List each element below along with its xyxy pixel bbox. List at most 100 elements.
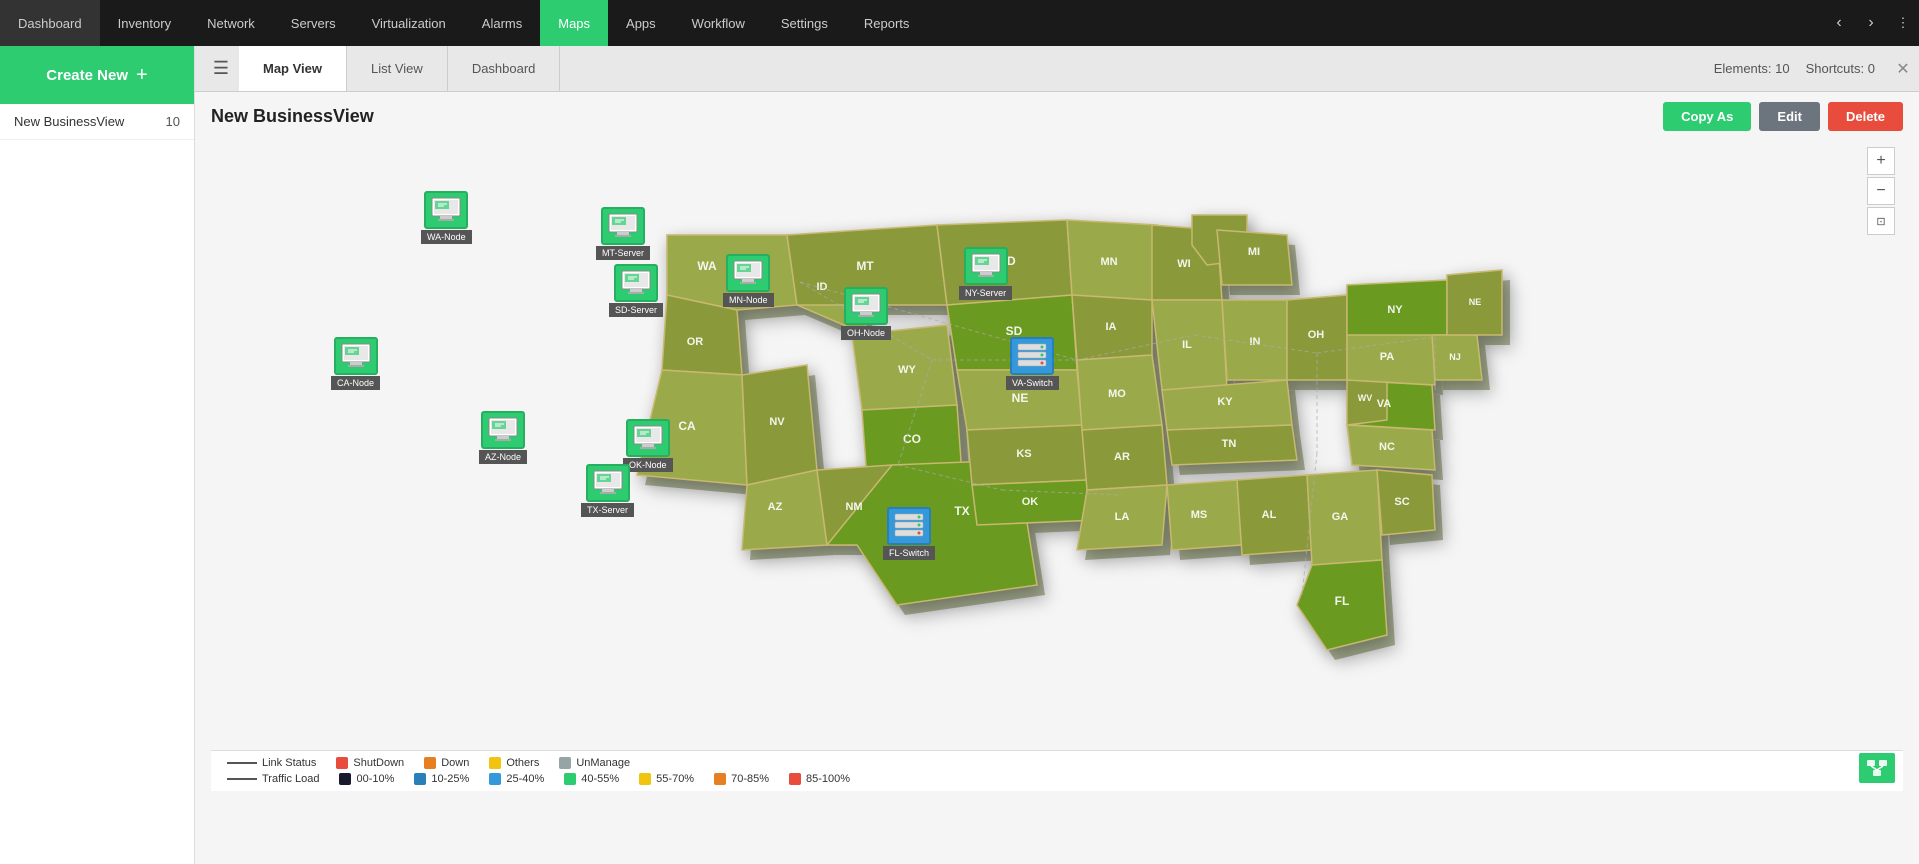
tab-bar: ☰ Map View List View Dashboard Elements:…	[195, 46, 1919, 92]
nav-maps[interactable]: Maps	[540, 0, 608, 46]
legend-t5: 55-70%	[639, 773, 694, 785]
zoom-in-button[interactable]: +	[1867, 147, 1895, 175]
nav-more-options[interactable]: ⋮	[1887, 0, 1919, 46]
tab-list-view[interactable]: List View	[347, 46, 448, 91]
svg-text:AL: AL	[1262, 509, 1277, 521]
legend-shutdown-dot	[336, 757, 348, 769]
legend-others: Others	[489, 757, 539, 769]
svg-text:NE: NE	[1012, 391, 1029, 405]
legend-t4: 40-55%	[564, 773, 619, 785]
device-mt[interactable]: MT-Server	[596, 207, 650, 260]
zoom-controls: + − ⊡	[1867, 147, 1895, 235]
page-title: New BusinessView	[211, 106, 374, 127]
nav-servers[interactable]: Servers	[273, 0, 354, 46]
legend-t2-label: 10-25%	[431, 773, 469, 785]
nav-next-arrow[interactable]: ›	[1855, 0, 1887, 46]
svg-text:MS: MS	[1191, 509, 1208, 521]
device-va-label: VA-Switch	[1006, 376, 1059, 390]
svg-text:MO: MO	[1108, 388, 1126, 400]
device-mn-label: MN-Node	[723, 293, 774, 307]
main-content: ☰ Map View List View Dashboard Elements:…	[195, 46, 1919, 864]
nav-alarms[interactable]: Alarms	[464, 0, 540, 46]
create-new-plus-icon: +	[136, 64, 148, 87]
nav-prev-arrow[interactable]: ‹	[1823, 0, 1855, 46]
device-ny[interactable]: NY-Server	[959, 247, 1012, 300]
sidebar: Create New + New BusinessView 10	[0, 46, 195, 864]
map-svg-wrapper[interactable]: WA OR CA NV ID MT WY AZ NM CO TX ND SD N…	[211, 139, 1863, 791]
zoom-out-button[interactable]: −	[1867, 177, 1895, 205]
nav-workflow[interactable]: Workflow	[674, 0, 763, 46]
device-oh-label: OH-Node	[841, 326, 891, 340]
nav-inventory[interactable]: Inventory	[100, 0, 189, 46]
legend-link-label: Link Status	[262, 757, 316, 769]
device-fl-label: FL-Switch	[883, 546, 935, 560]
device-ca-label: CA-Node	[331, 376, 380, 390]
action-buttons: Copy As Edit Delete	[1663, 102, 1903, 131]
legend-link-status: Link Status	[227, 757, 316, 769]
create-new-label: Create New	[46, 67, 128, 84]
svg-text:CA: CA	[678, 419, 696, 433]
legend-row-status: Link Status ShutDown Down Others	[227, 757, 1887, 769]
svg-text:FL: FL	[1335, 594, 1350, 608]
legend-others-label: Others	[506, 757, 539, 769]
map-container: WA OR CA NV ID MT WY AZ NM CO TX ND SD N…	[211, 139, 1903, 791]
svg-text:WY: WY	[898, 364, 916, 376]
hamburger-icon[interactable]: ☰	[203, 46, 239, 91]
nav-virtualization[interactable]: Virtualization	[354, 0, 464, 46]
device-mt-label: MT-Server	[596, 246, 650, 260]
tab-map-view[interactable]: Map View	[239, 46, 347, 91]
legend-unmanage: UnManage	[559, 757, 630, 769]
nav-reports[interactable]: Reports	[846, 0, 928, 46]
device-az[interactable]: AZ-Node	[479, 411, 527, 464]
zoom-reset-button[interactable]: ⊡	[1867, 207, 1895, 235]
tab-close-button[interactable]: ✕	[1887, 46, 1919, 91]
device-sd[interactable]: SD-Server	[609, 264, 663, 317]
create-new-button[interactable]: Create New +	[0, 46, 194, 104]
sidebar-item-businessview[interactable]: New BusinessView 10	[0, 104, 194, 140]
device-tx[interactable]: TX-Server	[581, 464, 634, 517]
delete-button[interactable]: Delete	[1828, 102, 1903, 131]
elements-count: 10	[1775, 61, 1789, 76]
svg-text:IA: IA	[1106, 321, 1117, 333]
copy-as-button[interactable]: Copy As	[1663, 102, 1751, 131]
legend-others-dot	[489, 757, 501, 769]
svg-text:ID: ID	[817, 281, 828, 293]
legend-traffic-line	[227, 778, 257, 780]
device-va[interactable]: VA-Switch	[1006, 337, 1059, 390]
device-ny-label: NY-Server	[959, 286, 1012, 300]
nav-apps[interactable]: Apps	[608, 0, 674, 46]
device-az-label: AZ-Node	[479, 450, 527, 464]
legend-t6-label: 70-85%	[731, 773, 769, 785]
nav-dashboard[interactable]: Dashboard	[0, 0, 100, 46]
svg-text:NE: NE	[1469, 297, 1482, 307]
svg-text:MN: MN	[1100, 256, 1117, 268]
device-wa[interactable]: WA-Node	[421, 191, 472, 244]
svg-text:GA: GA	[1332, 511, 1349, 523]
svg-text:OR: OR	[687, 336, 704, 348]
legend-t6-dot	[714, 773, 726, 785]
legend-t1-label: 00-10%	[356, 773, 394, 785]
svg-text:NJ: NJ	[1449, 352, 1461, 362]
nav-network[interactable]: Network	[189, 0, 273, 46]
svg-text:WV: WV	[1358, 393, 1373, 403]
edit-button[interactable]: Edit	[1759, 102, 1820, 131]
legend-link-line	[227, 762, 257, 764]
device-ca[interactable]: CA-Node	[331, 337, 380, 390]
svg-text:VA: VA	[1377, 398, 1392, 410]
device-fl[interactable]: FL-Switch	[883, 507, 935, 560]
svg-text:AZ: AZ	[768, 501, 783, 513]
svg-text:LA: LA	[1115, 511, 1130, 523]
legend: Link Status ShutDown Down Others	[211, 750, 1903, 791]
nav-settings[interactable]: Settings	[763, 0, 846, 46]
sidebar-item-count: 10	[166, 114, 180, 129]
device-mn[interactable]: MN-Node	[723, 254, 774, 307]
legend-t5-label: 55-70%	[656, 773, 694, 785]
tab-dashboard[interactable]: Dashboard	[448, 46, 561, 91]
shortcuts-count: 0	[1868, 61, 1875, 76]
network-topology-button[interactable]	[1859, 753, 1895, 783]
legend-down: Down	[424, 757, 469, 769]
legend-t2: 10-25%	[414, 773, 469, 785]
content-area: New BusinessView Copy As Edit Delete	[195, 92, 1919, 864]
legend-unmanage-dot	[559, 757, 571, 769]
device-oh[interactable]: OH-Node	[841, 287, 891, 340]
